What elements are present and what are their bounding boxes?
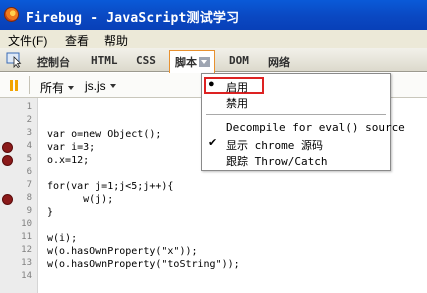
chevron-down-icon[interactable] [199, 57, 210, 67]
breakpoint-icon[interactable] [2, 155, 13, 166]
source-line: var i=3; [47, 142, 96, 153]
line-number[interactable]: 14 [16, 271, 32, 281]
line-number[interactable]: 9 [16, 206, 32, 216]
line-number[interactable]: 7 [16, 180, 32, 190]
pause-icon[interactable] [9, 80, 19, 91]
source-line: var o=new Object(); [47, 129, 162, 140]
tab-html[interactable]: HTML [91, 54, 118, 67]
line-number[interactable]: 5 [16, 154, 32, 164]
menu-item-trace-throw-catch[interactable]: 跟踪 Throw/Catch [202, 152, 390, 168]
line-number[interactable]: 3 [16, 128, 32, 138]
title-bar: Firebug - JavaScript测试学习 [0, 0, 427, 30]
file-menu-button[interactable]: js.js [85, 79, 116, 93]
line-number[interactable]: 1 [16, 102, 32, 112]
menu-item-label: Decompile for eval() source [226, 121, 405, 134]
menu-item-label: 启用 [226, 81, 248, 94]
line-number[interactable]: 6 [16, 167, 32, 177]
menu-item-label: 禁用 [226, 97, 248, 110]
menu-item-disable[interactable]: 禁用 [202, 94, 390, 110]
firebug-app-icon [4, 7, 19, 22]
breakpoint-icon[interactable] [2, 142, 13, 153]
firebug-toolbar: 控制台 HTML CSS 脚本 DOM 网络 [0, 48, 427, 73]
filter-menu-button[interactable]: 所有 [40, 79, 75, 96]
line-number[interactable]: 2 [16, 115, 32, 125]
tab-dom[interactable]: DOM [229, 54, 249, 67]
source-line: o.x=12; [47, 155, 90, 166]
tab-css[interactable]: CSS [136, 54, 156, 67]
source-line: w(j); [47, 194, 114, 205]
source-line: } [47, 207, 54, 218]
tab-script[interactable]: 脚本 [169, 50, 215, 73]
tab-script-label: 脚本 [175, 56, 197, 69]
menu-view[interactable]: 查看 [65, 32, 89, 49]
chevron-down-icon [68, 86, 75, 90]
line-number[interactable]: 8 [16, 193, 32, 203]
menu-bar: 文件(F) 查看 帮助 [0, 30, 427, 48]
menu-item-label: 显示 chrome 源码 [226, 139, 323, 152]
script-options-menu: ● 启用 禁用 Decompile for eval() source ✔ 显示… [201, 73, 405, 171]
filter-label: 所有 [40, 81, 65, 95]
menu-item-show-chrome-source[interactable]: ✔ 显示 chrome 源码 [202, 136, 390, 152]
line-number[interactable]: 12 [16, 245, 32, 255]
menu-file[interactable]: 文件(F) [8, 32, 47, 49]
line-number[interactable]: 11 [16, 232, 32, 242]
menu-item-label: 跟踪 Throw/Catch [226, 155, 328, 168]
source-line: w(o.hasOwnProperty("x")); [47, 246, 198, 257]
radio-bullet-icon: ● [208, 78, 215, 90]
source-line: w(i); [47, 233, 78, 244]
menu-separator [206, 114, 386, 115]
window-title: Firebug - JavaScript测试学习 [26, 11, 240, 26]
source-line: for(var j=1;j<5;j++){ [47, 181, 174, 192]
menu-help[interactable]: 帮助 [104, 32, 128, 49]
toolbar-divider [29, 76, 30, 94]
breakpoint-icon[interactable] [2, 194, 13, 205]
menu-item-enable[interactable]: ● 启用 [204, 77, 264, 94]
file-label: js.js [85, 79, 106, 93]
line-number[interactable]: 10 [16, 219, 32, 229]
line-number[interactable]: 4 [16, 141, 32, 151]
checkmark-icon: ✔ [208, 137, 218, 149]
inspect-pointer-icon[interactable] [6, 52, 24, 68]
menu-item-decompile-eval[interactable]: Decompile for eval() source [202, 120, 405, 135]
line-number[interactable]: 13 [16, 258, 32, 268]
source-line: w(o.hasOwnProperty("toString")); [47, 259, 240, 270]
tab-net[interactable]: 网络 [268, 54, 290, 70]
chevron-down-icon [109, 84, 116, 88]
tab-console[interactable]: 控制台 [37, 54, 70, 70]
